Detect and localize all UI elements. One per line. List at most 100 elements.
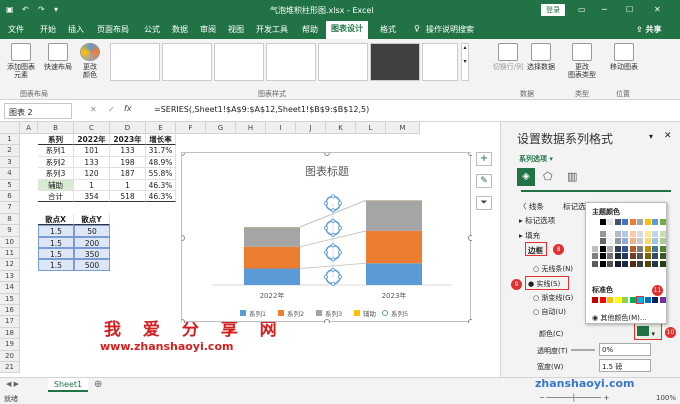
- enter-icon[interactable]: ✓: [108, 105, 115, 114]
- row-header[interactable]: 21: [0, 362, 20, 374]
- chart-filters-button[interactable]: ⏷: [476, 196, 492, 210]
- column-header[interactable]: F: [176, 122, 206, 134]
- more-colors-item[interactable]: ◉ 其他颜色(M)...: [592, 313, 647, 323]
- gradient-line-radio[interactable]: ○ 渐变线(G): [533, 293, 573, 303]
- row-header[interactable]: 4: [0, 168, 20, 180]
- color-swatch[interactable]: [659, 260, 666, 267]
- tab-view[interactable]: 视图: [228, 24, 244, 35]
- cell[interactable]: 46.3%: [146, 191, 176, 203]
- color-swatch[interactable]: [614, 245, 621, 252]
- column-header[interactable]: H: [236, 122, 266, 134]
- color-swatch[interactable]: [652, 230, 658, 237]
- row-header[interactable]: 2: [0, 145, 20, 157]
- standard-color-swatch[interactable]: [599, 297, 606, 303]
- formula-input[interactable]: =SERIES(,Sheet1!$A$9:$A$12,Sheet1!$B$9:$…: [154, 105, 369, 114]
- color-swatch[interactable]: [614, 260, 621, 267]
- cell[interactable]: 500: [74, 259, 110, 271]
- color-swatch[interactable]: [629, 245, 636, 252]
- column-header[interactable]: K: [326, 122, 356, 134]
- cell[interactable]: 200: [74, 236, 110, 248]
- color-swatch[interactable]: [659, 253, 666, 259]
- color-swatch[interactable]: [637, 230, 643, 237]
- cell[interactable]: 50: [74, 225, 110, 237]
- add-chart-element-button[interactable]: 添加图表 元素: [4, 43, 38, 79]
- column-header[interactable]: C: [74, 122, 110, 134]
- standard-color-swatch[interactable]: [607, 297, 613, 303]
- chart-style-2[interactable]: [162, 43, 212, 81]
- color-swatch[interactable]: [652, 260, 658, 267]
- color-swatch[interactable]: [629, 260, 636, 267]
- row-header[interactable]: 6: [0, 191, 20, 203]
- cancel-icon[interactable]: ✕: [90, 105, 97, 114]
- switch-row-column-button[interactable]: 切换行/列: [490, 43, 526, 71]
- color-swatch[interactable]: [607, 253, 613, 259]
- pane-menu-icon[interactable]: ▾: [649, 132, 653, 141]
- color-swatch[interactable]: [644, 230, 651, 237]
- color-swatch[interactable]: [599, 253, 606, 259]
- styles-more-button[interactable]: ▴ ▾: [461, 43, 469, 81]
- standard-color-swatch[interactable]: [614, 297, 621, 303]
- tab-help[interactable]: 帮助: [302, 24, 318, 35]
- cell[interactable]: 1: [110, 179, 146, 191]
- move-chart-button[interactable]: 移动图表: [608, 43, 640, 71]
- tab-file[interactable]: 文件: [8, 24, 24, 35]
- color-swatch[interactable]: [614, 253, 621, 259]
- row-header[interactable]: 3: [0, 156, 20, 169]
- column-header[interactable]: E: [146, 122, 176, 134]
- color-swatch[interactable]: [652, 238, 658, 244]
- tab-data[interactable]: 数据: [172, 24, 188, 35]
- tab-home[interactable]: 开始: [40, 24, 56, 35]
- sheet-nav-arrows[interactable]: ◀ ▶: [6, 380, 19, 388]
- color-swatch[interactable]: [659, 230, 666, 237]
- color-swatch[interactable]: [637, 260, 643, 267]
- color-swatch[interactable]: [629, 253, 636, 259]
- color-swatch[interactable]: [599, 219, 606, 225]
- color-swatch[interactable]: [652, 219, 658, 225]
- row-header[interactable]: 1: [0, 134, 20, 146]
- color-swatch[interactable]: [622, 253, 628, 259]
- color-swatch[interactable]: [629, 219, 636, 225]
- cell[interactable]: 48.9%: [146, 156, 176, 169]
- transparency-slider[interactable]: [571, 349, 595, 351]
- fill-item[interactable]: ▸ 填充: [519, 230, 540, 241]
- line-section[interactable]: 〈 线条: [519, 201, 544, 212]
- chart-area[interactable]: 图表标题 2022年 2023年 系列1 系列2 系列3 辅助 系列5: [179, 150, 474, 325]
- cell[interactable]: 31.7%: [146, 145, 176, 157]
- row-header[interactable]: 7: [0, 202, 20, 214]
- zoom-slider[interactable]: ─ ──────┼────── +: [540, 394, 609, 402]
- close-icon[interactable]: ✕: [654, 5, 661, 14]
- customize-toolbar-icon[interactable]: ▾: [54, 5, 58, 14]
- row-header[interactable]: 13: [0, 270, 20, 283]
- color-swatch[interactable]: [607, 260, 613, 267]
- color-swatch[interactable]: [629, 238, 636, 244]
- tab-chart-design[interactable]: 图表设计: [326, 21, 368, 39]
- marker-options-item[interactable]: ▸ 标记选项: [519, 215, 555, 226]
- cell[interactable]: 133: [110, 145, 146, 157]
- column-header[interactable]: J: [296, 122, 326, 134]
- row-header[interactable]: 18: [0, 327, 20, 340]
- color-swatch[interactable]: [644, 219, 651, 225]
- color-picker-button[interactable]: ▾: [634, 323, 662, 340]
- color-swatch[interactable]: [592, 260, 598, 267]
- column-header[interactable]: L: [356, 122, 386, 134]
- cell[interactable]: 518: [110, 191, 146, 203]
- no-line-radio[interactable]: ○ 无线条(N): [533, 264, 573, 274]
- chart-style-5[interactable]: [318, 43, 368, 81]
- color-swatch[interactable]: [644, 260, 651, 267]
- tab-formulas[interactable]: 公式: [144, 24, 160, 35]
- row-header[interactable]: 12: [0, 259, 20, 271]
- color-swatch[interactable]: [622, 260, 628, 267]
- color-swatch[interactable]: [637, 219, 643, 225]
- cell[interactable]: 354: [74, 191, 110, 203]
- cell[interactable]: 增长率: [146, 134, 176, 146]
- chart-styles-button[interactable]: ✎: [476, 174, 492, 188]
- row-header[interactable]: 5: [0, 179, 20, 191]
- chart-style-7[interactable]: [422, 43, 458, 81]
- cell[interactable]: 辅助: [38, 179, 74, 191]
- cell[interactable]: 1.5: [38, 259, 74, 271]
- color-swatch[interactable]: [652, 253, 658, 259]
- series-options-dropdown[interactable]: 系列选项 ▾: [519, 154, 553, 164]
- color-swatch[interactable]: [637, 238, 643, 244]
- color-swatch[interactable]: [659, 238, 666, 244]
- standard-color-swatch[interactable]: [636, 296, 644, 304]
